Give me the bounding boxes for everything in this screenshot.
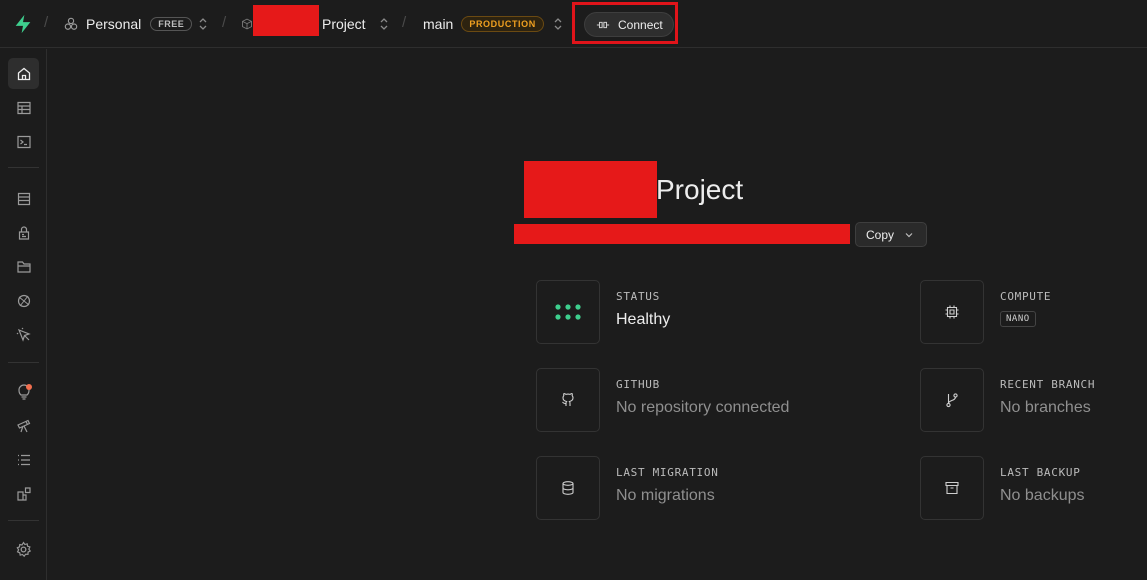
plan-badge: FREE [150, 17, 193, 31]
sidebar-item-realtime[interactable] [8, 285, 39, 316]
gear-icon [16, 541, 32, 558]
top-bar: / Personal FREE / Project / main PRODUCT… [0, 0, 1147, 48]
chevrons-up-down-icon[interactable] [379, 16, 389, 32]
sidebar-item-observability[interactable] [8, 410, 39, 441]
status-value: Healthy [616, 311, 671, 328]
sidebar-item-storage[interactable] [8, 251, 39, 282]
sidebar-item-sql-editor[interactable] [8, 126, 39, 157]
sidebar-separator [8, 520, 39, 521]
sidebar-item-integrations[interactable] [8, 478, 39, 509]
chevron-down-icon [905, 232, 913, 237]
sidebar-item-table-editor[interactable] [8, 92, 39, 123]
box-icon [242, 18, 252, 30]
org-name: Personal [86, 16, 142, 32]
github-value: No repository connected [616, 399, 790, 416]
archive-icon [945, 481, 959, 495]
connect-button[interactable]: Connect [584, 12, 674, 37]
github-label: GITHUB [616, 378, 660, 391]
sidebar-item-advisors[interactable] [8, 376, 39, 407]
pointer-icon [16, 327, 31, 342]
project-ref-redaction [514, 224, 850, 244]
database-icon [562, 481, 574, 495]
compute-card-icon [920, 280, 984, 344]
org-selector[interactable]: Personal FREE [64, 13, 193, 35]
sidebar-separator [8, 362, 39, 363]
sidebar-item-edge-functions[interactable] [8, 319, 39, 350]
terminal-icon [16, 135, 31, 148]
github-card-icon[interactable] [536, 368, 600, 432]
github-icon [562, 393, 574, 406]
last-migration-card-icon[interactable] [536, 456, 600, 520]
last-migration-value: No migrations [616, 487, 715, 504]
project-selector[interactable] [241, 13, 253, 35]
last-backup-card-icon[interactable] [920, 456, 984, 520]
sidebar-item-home[interactable] [8, 58, 39, 89]
breadcrumb-separator: / [44, 14, 49, 31]
copy-button[interactable]: Copy [855, 222, 927, 247]
supabase-logo-icon[interactable] [12, 13, 34, 35]
lock-icon [18, 225, 29, 240]
project-name[interactable]: Project [322, 16, 366, 32]
page-title: Project [656, 174, 744, 205]
table-icon [16, 101, 31, 114]
branch-name: main [423, 16, 454, 32]
status-dots-icon [555, 304, 581, 320]
sidebar-item-authentication[interactable] [8, 217, 39, 248]
production-badge: PRODUCTION [461, 16, 544, 32]
compute-label: COMPUTE [1000, 290, 1052, 303]
org-icon [64, 17, 78, 30]
integrations-icon [16, 486, 31, 501]
breadcrumb-separator: / [222, 14, 227, 31]
last-backup-value: No backups [1000, 487, 1085, 504]
git-branch-icon [946, 393, 958, 408]
branch-selector[interactable]: main PRODUCTION [423, 13, 544, 35]
home-icon [17, 67, 30, 80]
recent-branch-value: No branches [1000, 399, 1091, 416]
chevrons-up-down-icon[interactable] [198, 16, 208, 32]
status-card-icon [536, 280, 600, 344]
chip-icon [945, 305, 959, 319]
database-icon [17, 192, 30, 205]
sidebar-item-database[interactable] [8, 183, 39, 214]
sidebar-item-logs[interactable] [8, 444, 39, 475]
chevrons-up-down-icon[interactable] [553, 16, 563, 32]
last-migration-label: LAST MIGRATION [616, 466, 719, 479]
folder-icon [16, 260, 31, 273]
telescope-icon [16, 419, 30, 432]
realtime-icon [17, 294, 30, 307]
project-title-redaction [524, 161, 657, 218]
compute-size-badge: NANO [1000, 311, 1036, 327]
project-name-redaction [253, 5, 319, 36]
lightbulb-icon [17, 383, 32, 400]
connect-label: Connect [618, 17, 663, 32]
list-icon [17, 454, 30, 465]
last-backup-label: LAST BACKUP [1000, 466, 1081, 479]
sidebar-item-settings[interactable] [8, 534, 39, 565]
recent-branch-card-icon[interactable] [920, 368, 984, 432]
sidebar [0, 49, 47, 580]
plug-icon [596, 21, 610, 28]
breadcrumb-separator: / [402, 14, 407, 31]
status-label: STATUS [616, 290, 660, 303]
recent-branch-label: RECENT BRANCH [1000, 378, 1096, 391]
sidebar-separator [8, 167, 39, 168]
copy-label: Copy [866, 227, 895, 242]
